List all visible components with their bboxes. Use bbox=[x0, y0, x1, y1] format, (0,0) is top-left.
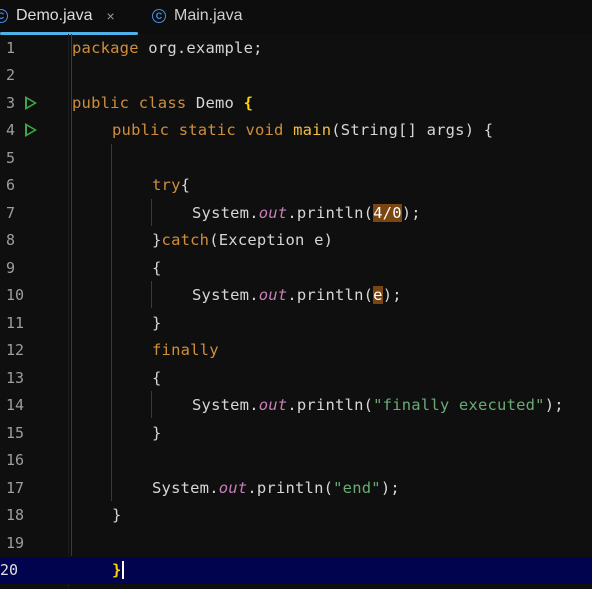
code-line: 2 bbox=[0, 62, 592, 90]
code-line: 14 System.out.println("finally executed"… bbox=[0, 392, 592, 420]
line-number: 9 bbox=[6, 258, 16, 277]
line-number: 17 bbox=[6, 478, 25, 497]
line-number: 1 bbox=[6, 38, 16, 57]
code-text: { bbox=[152, 368, 162, 387]
code-text: public class Demo { bbox=[72, 93, 254, 112]
editor-tab-bar: C Demo.java × C Main.java bbox=[0, 0, 592, 35]
code-text: System.out.println(e); bbox=[192, 286, 402, 305]
code-text: public static void main(String[] args) { bbox=[112, 121, 494, 140]
code-line: 11 } bbox=[0, 309, 592, 337]
code-text: finally bbox=[152, 341, 219, 360]
line-number: 14 bbox=[6, 396, 25, 415]
line-number: 20 bbox=[0, 561, 19, 580]
line-number: 6 bbox=[6, 176, 16, 195]
class-icon: C bbox=[152, 9, 166, 23]
code-line: 12 finally bbox=[0, 337, 592, 365]
run-icon[interactable] bbox=[25, 95, 37, 110]
code-line: 1 package org.example; bbox=[0, 34, 592, 62]
code-line: 18 } bbox=[0, 502, 592, 530]
code-text: { bbox=[152, 258, 162, 277]
code-line: 8 }catch(Exception e) bbox=[0, 227, 592, 255]
line-number: 18 bbox=[6, 506, 25, 525]
code-text: }catch(Exception e) bbox=[152, 231, 334, 250]
code-line: 15 } bbox=[0, 419, 592, 447]
class-icon: C bbox=[0, 9, 8, 23]
code-text: } bbox=[152, 313, 162, 332]
code-text: package org.example; bbox=[72, 38, 263, 57]
tab-demo-java[interactable]: C Demo.java × bbox=[0, 0, 138, 35]
current-line: 20 } bbox=[0, 556, 592, 584]
code-text: try{ bbox=[152, 176, 191, 195]
code-line: 19 bbox=[0, 529, 592, 557]
line-number: 19 bbox=[6, 533, 25, 552]
text-caret: } bbox=[112, 561, 124, 580]
code-text: System.out.println(4/0); bbox=[192, 203, 421, 222]
code-text: } bbox=[112, 506, 122, 525]
line-number: 8 bbox=[6, 231, 16, 250]
code-line: 6 try{ bbox=[0, 172, 592, 200]
code-line: 9 { bbox=[0, 254, 592, 282]
code-line: 3 public class Demo { bbox=[0, 89, 592, 117]
code-line: 13 { bbox=[0, 364, 592, 392]
close-icon[interactable]: × bbox=[106, 8, 114, 24]
code-text: System.out.println("finally executed"); bbox=[192, 396, 564, 415]
code-line: 17 System.out.println("end"); bbox=[0, 474, 592, 502]
line-number: 13 bbox=[6, 368, 25, 387]
code-text: } bbox=[112, 561, 124, 580]
tab-label: Demo.java bbox=[16, 7, 93, 24]
code-line: 4 public static void main(String[] args)… bbox=[0, 117, 592, 145]
line-number: 2 bbox=[6, 66, 16, 85]
line-number: 5 bbox=[6, 148, 16, 167]
line-number: 10 bbox=[6, 286, 25, 305]
code-line: 5 bbox=[0, 144, 592, 172]
code-line: 10 System.out.println(e); bbox=[0, 282, 592, 310]
code-line: 7 System.out.println(4/0); bbox=[0, 199, 592, 227]
code-text: System.out.println("end"); bbox=[152, 478, 400, 497]
tab-main-java[interactable]: C Main.java bbox=[152, 0, 272, 32]
code-text: } bbox=[152, 423, 162, 442]
run-icon[interactable] bbox=[25, 123, 37, 138]
line-number: 11 bbox=[6, 313, 25, 332]
line-number: 7 bbox=[6, 203, 16, 222]
line-number: 15 bbox=[6, 423, 25, 442]
line-number: 16 bbox=[6, 451, 25, 470]
code-editor[interactable]: 1 package org.example; 2 3 public class … bbox=[0, 34, 592, 589]
line-number: 12 bbox=[6, 341, 25, 360]
tab-label: Main.java bbox=[174, 7, 243, 24]
code-line: 16 bbox=[0, 447, 592, 475]
